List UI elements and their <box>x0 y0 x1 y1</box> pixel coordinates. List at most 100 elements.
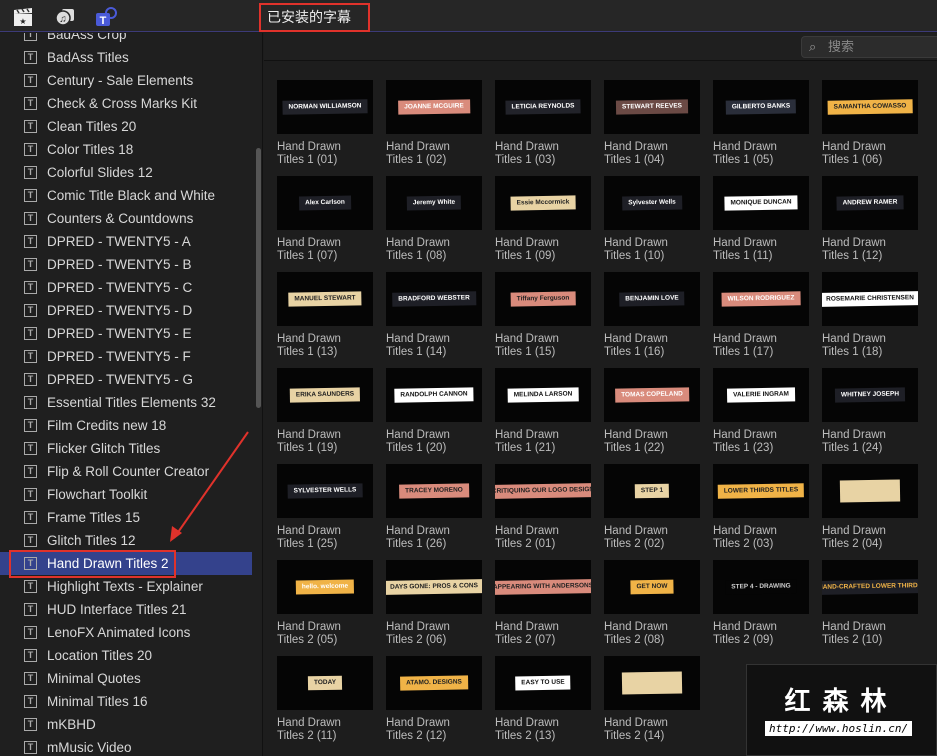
tile-label-line2: Titles 1 (08) <box>386 250 447 262</box>
sidebar-item[interactable]: T DPRED - TWENTY5 - E <box>0 322 252 345</box>
title-tile[interactable]: CRITIQUING OUR LOGO DESIGN Hand Drawn Titl… <box>495 464 591 551</box>
sidebar-item[interactable]: T DPRED - TWENTY5 - F <box>0 345 252 368</box>
title-tile[interactable]: Jeremy White Hand Drawn Titles 1 (08) <box>386 176 482 263</box>
tile-label-line2: Titles 1 (13) <box>277 346 338 358</box>
installed-titles-dropdown[interactable]: 已安装的字幕⌃⌄ <box>259 3 370 50</box>
sidebar-scrollbar[interactable] <box>256 148 261 408</box>
title-tile[interactable]: NORMAN WILLIAMSON Hand Drawn Titles 1 (01) <box>277 80 373 167</box>
sidebar-item[interactable]: T HUD Interface Titles 21 <box>0 598 252 621</box>
thumbnail-text: ERIKA SAUNDERS <box>289 387 361 403</box>
sidebar-item[interactable]: T Color Titles 18 <box>0 138 252 161</box>
title-tile[interactable]: Hand Drawn Titles 2 (04) <box>822 464 918 551</box>
title-tile[interactable]: BENJAMIN LOVE Hand Drawn Titles 1 (16) <box>604 272 700 359</box>
tile-label-line1: Hand Drawn <box>495 525 559 537</box>
sidebar-item-label: DPRED - TWENTY5 - C <box>47 280 193 295</box>
title-tile[interactable]: MANUEL STEWART Hand Drawn Titles 1 (13) <box>277 272 373 359</box>
thumbnail-text: Alex Carlson <box>299 195 351 211</box>
thumbnail-shape <box>621 671 683 695</box>
title-tile[interactable]: LETICIA REYNOLDS Hand Drawn Titles 1 (03) <box>495 80 591 167</box>
tile-label-line1: Hand Drawn <box>386 717 450 729</box>
title-tile[interactable]: TRACEY MORENO Hand Drawn Titles 1 (26) <box>386 464 482 551</box>
tile-label-line1: Hand Drawn <box>495 717 559 729</box>
title-tile[interactable]: Sylvester Wells Hand Drawn Titles 1 (10) <box>604 176 700 263</box>
title-tile[interactable]: WHITNEY JOSEPH Hand Drawn Titles 1 (24) <box>822 368 918 455</box>
title-tile[interactable]: JOANNE MCGUIRE Hand Drawn Titles 1 (02) <box>386 80 482 167</box>
title-tile[interactable]: HAND-CRAFTED LOWER THIRDS Hand Drawn Title… <box>822 560 918 647</box>
sidebar-item[interactable]: T Clean Titles 20 <box>0 115 252 138</box>
tile-label-line2: Titles 1 (10) <box>604 250 665 262</box>
title-tile[interactable]: ATAMO. DESIGNS Hand Drawn Titles 2 (12) <box>386 656 482 743</box>
title-tile[interactable]: hello. welcome Hand Drawn Titles 2 (05) <box>277 560 373 647</box>
sidebar-item[interactable]: TmMusic Video <box>0 736 252 756</box>
title-tile[interactable]: VALERIE INGRAM Hand Drawn Titles 1 (23) <box>713 368 809 455</box>
search-icon: ⌕ <box>809 39 817 54</box>
sidebar-item[interactable]: T Location Titles 20 <box>0 644 252 667</box>
title-tile[interactable]: EASY TO USE Hand Drawn Titles 2 (13) <box>495 656 591 743</box>
sidebar-item[interactable]: T BadAss Titles <box>0 46 252 69</box>
music-photo-icon[interactable]: ♫ <box>54 7 76 27</box>
sidebar-item[interactable]: TmKBHD <box>0 713 252 736</box>
tile-label-line2: Titles 1 (01) <box>277 154 338 166</box>
title-icon: T <box>24 672 37 685</box>
title-tile[interactable]: RANDOLPH CANNON Hand Drawn Titles 1 (20) <box>386 368 482 455</box>
title-tile[interactable]: DAYS GONE: PROS & CONS Hand Drawn Titles 2… <box>386 560 482 647</box>
tile-label-line2: Titles 2 (10) <box>822 634 883 646</box>
sidebar-item[interactable]: T Check & Cross Marks Kit <box>0 92 252 115</box>
tile-label-line2: Titles 1 (02) <box>386 154 447 166</box>
title-tile[interactable]: SYLVESTER WELLS Hand Drawn Titles 1 (25) <box>277 464 373 551</box>
sidebar-item[interactable]: T DPRED - TWENTY5 - D <box>0 299 252 322</box>
title-tile[interactable]: Alex Carlson Hand Drawn Titles 1 (07) <box>277 176 373 263</box>
title-tile[interactable]: BRADFORD WEBSTER Hand Drawn Titles 1 (14) <box>386 272 482 359</box>
search-input[interactable]: ⌕ 搜索 <box>801 36 937 58</box>
tile-label-line1: Hand Drawn <box>604 333 668 345</box>
title-tile[interactable]: ERIKA SAUNDERS Hand Drawn Titles 1 (19) <box>277 368 373 455</box>
title-tile[interactable]: SAMANTHA COWASSO Hand Drawn Titles 1 (06) <box>822 80 918 167</box>
title-tile[interactable]: GET NOW Hand Drawn Titles 2 (08) <box>604 560 700 647</box>
thumbnail-text: GILBERTO BANKS <box>725 99 797 115</box>
sidebar-item[interactable]: T LenoFX Animated Icons <box>0 621 252 644</box>
sidebar-item[interactable]: T Counters & Countdowns <box>0 207 252 230</box>
title-tile[interactable]: TOMAS COPELAND Hand Drawn Titles 1 (22) <box>604 368 700 455</box>
sidebar-item[interactable]: T Minimal Titles 16 <box>0 690 252 713</box>
tile-label-line1: Hand Drawn <box>604 429 668 441</box>
sidebar-item[interactable]: T DPRED - TWENTY5 - A <box>0 230 252 253</box>
sidebar-item[interactable]: T Essential Titles Elements 32 <box>0 391 252 414</box>
sidebar-item[interactable]: T Highlight Texts - Explainer <box>0 575 252 598</box>
titles-icon[interactable]: T <box>95 7 117 27</box>
thumbnail-text: TODAY <box>307 675 343 691</box>
sidebar-item[interactable]: T Minimal Quotes <box>0 667 252 690</box>
title-tile[interactable]: LOWER THIRDS TITLES Hand Drawn Titles 2 (0… <box>713 464 809 551</box>
tile-label-line2: Titles 2 (03) <box>713 538 774 550</box>
clapper-icon[interactable]: ★ <box>12 7 34 27</box>
title-tile[interactable]: ANDREW RAMER Hand Drawn Titles 1 (12) <box>822 176 918 263</box>
title-tile[interactable]: ROSEMARIE CHRISTENSEN Hand Drawn Titles 1 … <box>822 272 918 359</box>
title-thumbnail: SYLVESTER WELLS <box>277 464 373 518</box>
title-tile[interactable]: Essie Mccormick Hand Drawn Titles 1 (09) <box>495 176 591 263</box>
thumbnail-text: BRADFORD WEBSTER <box>392 291 476 307</box>
title-tile[interactable]: WILSON RODRIGUEZ Hand Drawn Titles 1 (17) <box>713 272 809 359</box>
title-tile[interactable]: TODAY Hand Drawn Titles 2 (11) <box>277 656 373 743</box>
title-thumbnail: TRACEY MORENO <box>386 464 482 518</box>
thumbnail-text: Tiffany Ferguson <box>510 291 576 307</box>
title-tile[interactable]: APPEARING WITH ANDERSONS Hand Drawn Titles… <box>495 560 591 647</box>
sidebar-item[interactable]: T Century - Sale Elements <box>0 69 252 92</box>
tile-label-line2: Titles 2 (13) <box>495 730 556 742</box>
sidebar-item[interactable]: T DPRED - TWENTY5 - C <box>0 276 252 299</box>
title-tile[interactable]: Hand Drawn Titles 2 (14) <box>604 656 700 743</box>
sidebar-item[interactable]: T DPRED - TWENTY5 - B <box>0 253 252 276</box>
sidebar-item[interactable]: T Comic Title Black and White <box>0 184 252 207</box>
title-tile[interactable]: Tiffany Ferguson Hand Drawn Titles 1 (15) <box>495 272 591 359</box>
title-tile[interactable]: MONIQUE DUNCAN Hand Drawn Titles 1 (11) <box>713 176 809 263</box>
thumbnail-text: APPEARING WITH ANDERSONS <box>495 579 591 595</box>
thumbnail-text: ATAMO. DESIGNS <box>400 675 468 691</box>
title-thumbnail <box>604 656 700 710</box>
sidebar-item[interactable]: T Colorful Slides 12 <box>0 161 252 184</box>
sidebar-item[interactable]: T BadAss Crop <box>0 33 252 46</box>
title-tile[interactable]: STEWART REEVES Hand Drawn Titles 1 (04) <box>604 80 700 167</box>
sidebar-item[interactable]: T DPRED - TWENTY5 - G <box>0 368 252 391</box>
title-tile[interactable]: MELINDA LARSON Hand Drawn Titles 1 (21) <box>495 368 591 455</box>
tile-label-line2: Titles 2 (02) <box>604 538 665 550</box>
title-tile[interactable]: STEP 4 - DRAWING Hand Drawn Titles 2 (09) <box>713 560 809 647</box>
title-tile[interactable]: STEP 1 Hand Drawn Titles 2 (02) <box>604 464 700 551</box>
title-tile[interactable]: GILBERTO BANKS Hand Drawn Titles 1 (05) <box>713 80 809 167</box>
